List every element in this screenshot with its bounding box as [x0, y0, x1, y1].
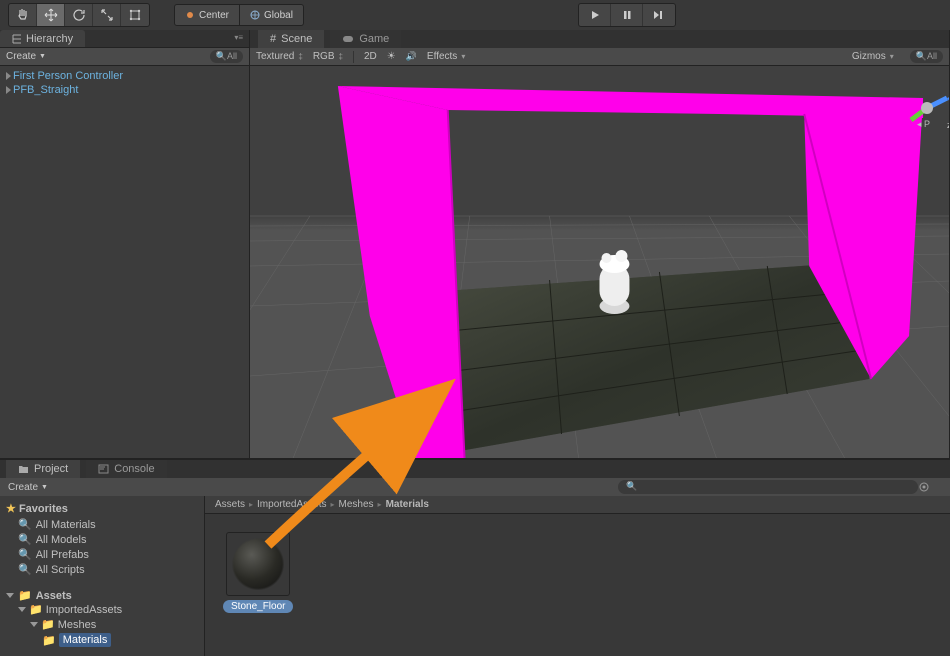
folder-icon: 📁: [18, 589, 32, 602]
favorite-item[interactable]: 🔍All Scripts: [6, 562, 198, 577]
game-tab[interactable]: Game: [330, 30, 401, 48]
folder-icon: 📁: [41, 618, 55, 631]
asset-label: Stone_Floor: [223, 600, 293, 613]
svg-text:z: z: [947, 120, 949, 128]
search-icon: 🔍: [216, 51, 227, 61]
favorite-item[interactable]: 🔍All Materials: [6, 517, 198, 532]
pause-button[interactable]: [611, 4, 643, 26]
hierarchy-tab[interactable]: Hierarchy: [0, 30, 85, 47]
game-icon: [342, 34, 354, 44]
expand-icon[interactable]: [6, 86, 11, 94]
play-controls[interactable]: [578, 3, 676, 27]
console-tab[interactable]: Console: [86, 460, 166, 478]
hand-tool[interactable]: [9, 4, 37, 26]
move-tool[interactable]: [37, 4, 65, 26]
expand-icon[interactable]: [30, 622, 38, 627]
hierarchy-create-button[interactable]: Create ▼: [6, 51, 46, 62]
create-label: Create: [6, 51, 36, 62]
search-icon: 🔍: [18, 533, 32, 546]
pivot-toggle[interactable]: Center Global: [174, 4, 304, 26]
filter-button[interactable]: [918, 481, 942, 493]
folder-icon: [18, 464, 29, 474]
hierarchy-list[interactable]: First Person Controller PFB_Straight: [0, 66, 249, 458]
hierarchy-tab-label: Hierarchy: [26, 33, 73, 45]
pivot-global-button[interactable]: Global: [240, 4, 304, 26]
rotate-tool[interactable]: [65, 4, 93, 26]
player-capsule: [600, 250, 630, 314]
tree-item-selected[interactable]: 📁 Materials: [6, 632, 198, 648]
scene-panel: # Scene Game Textured‡ RGB‡ 2D ☀ 🔊 Effec…: [250, 30, 950, 458]
project-search[interactable]: 🔍: [618, 480, 918, 494]
light-icon[interactable]: ☀: [387, 51, 396, 62]
scene-tab[interactable]: # Scene: [258, 30, 324, 48]
star-icon: ★: [6, 503, 16, 515]
axis-gizmo[interactable]: z ◂ P: [903, 84, 949, 128]
expand-icon[interactable]: [6, 72, 11, 80]
scene-viewport[interactable]: z ◂ P: [250, 66, 949, 458]
breadcrumb[interactable]: Assets ▸ ImportedAssets ▸ Meshes ▸ Mater…: [205, 496, 950, 514]
hierarchy-item[interactable]: First Person Controller: [4, 69, 245, 83]
favorite-item[interactable]: 🔍All Prefabs: [6, 547, 198, 562]
transform-tools[interactable]: [8, 3, 150, 27]
expand-icon[interactable]: [6, 593, 14, 598]
step-button[interactable]: [643, 4, 675, 26]
folder-icon: 📁: [42, 634, 56, 647]
rect-tool[interactable]: [121, 4, 149, 26]
tree-item[interactable]: 📁 Meshes: [6, 617, 198, 632]
asset-item-stone-floor[interactable]: Stone_Floor: [223, 532, 293, 613]
scale-tool[interactable]: [93, 4, 121, 26]
search-icon: 🔍: [18, 548, 32, 561]
tree-item[interactable]: 📁 ImportedAssets: [6, 602, 198, 617]
effects-dropdown[interactable]: Effects▾: [427, 51, 465, 62]
project-tree[interactable]: ★ Favorites 🔍All Materials 🔍All Models 🔍…: [0, 496, 205, 656]
pivot-center-label: Center: [199, 10, 229, 21]
pivot-center-button[interactable]: Center: [174, 4, 240, 26]
hierarchy-item[interactable]: PFB_Straight: [4, 83, 245, 97]
asset-grid[interactable]: Stone_Floor: [205, 514, 950, 656]
play-button[interactable]: [579, 4, 611, 26]
scene-icon: #: [270, 33, 276, 45]
material-thumb[interactable]: [226, 532, 290, 596]
favorite-item[interactable]: 🔍All Models: [6, 532, 198, 547]
audio-icon[interactable]: 🔊: [406, 51, 417, 62]
2d-toggle[interactable]: 2D: [364, 51, 377, 62]
pivot-global-label: Global: [264, 10, 293, 21]
console-icon: [98, 464, 109, 474]
hierarchy-icon: [12, 34, 22, 44]
project-tab[interactable]: Project: [6, 460, 80, 478]
folder-icon: 📁: [29, 603, 43, 616]
shading-dropdown[interactable]: Textured‡: [256, 51, 303, 62]
hierarchy-search[interactable]: 🔍All: [210, 50, 243, 63]
search-icon: 🔍: [18, 563, 32, 576]
panel-options[interactable]: ▾≡: [228, 30, 249, 47]
expand-icon[interactable]: [18, 607, 26, 612]
gizmos-dropdown[interactable]: Gizmos▾: [852, 51, 894, 62]
search-icon: 🔍: [18, 518, 32, 531]
project-create-button[interactable]: Create ▼: [8, 482, 48, 493]
colormode-dropdown[interactable]: RGB‡: [313, 51, 343, 62]
scene-search[interactable]: 🔍All: [910, 50, 943, 63]
hierarchy-panel: Hierarchy ▾≡ Create ▼ 🔍All First Person …: [0, 30, 250, 458]
